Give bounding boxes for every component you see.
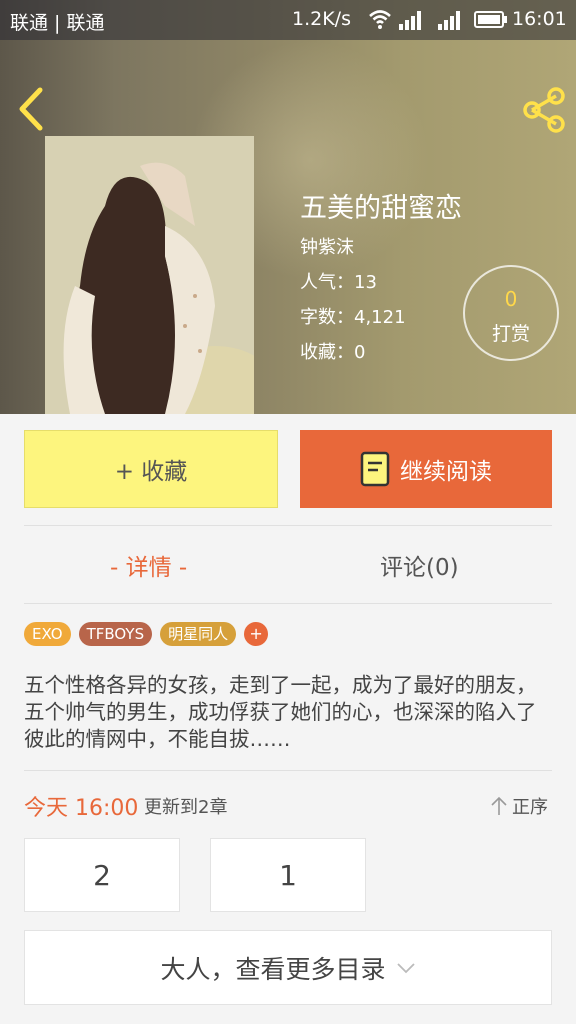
chapter-item[interactable]: 2: [24, 838, 180, 912]
book-header: 联通 | 联通 1.2K/s 16:01 五美的甜蜜恋 钟紫沫 人气：13 字数…: [0, 0, 576, 414]
carrier-label: 联通 | 联通: [10, 12, 105, 34]
signal-icon: [399, 11, 421, 30]
tab-details[interactable]: - 详情 -: [110, 548, 187, 582]
tag-tfboys[interactable]: TFBOYS: [78, 622, 153, 646]
book-cover: [45, 136, 254, 414]
divider: [24, 770, 552, 771]
arrow-up-icon: [491, 796, 507, 815]
divider: [24, 525, 552, 526]
tag-celebrity-fanfic[interactable]: 明星同人: [160, 622, 237, 646]
more-catalog-button[interactable]: 大人，查看更多目录: [24, 930, 552, 1005]
tag-list: EXO TFBOYS 明星同人 +: [24, 622, 269, 646]
book-title: 五美的甜蜜恋: [300, 193, 462, 224]
tip-count: 0: [504, 287, 518, 311]
clock: 16:01: [512, 8, 567, 30]
update-time: 今天 16:00: [24, 796, 139, 821]
tip-button[interactable]: 0 打赏: [463, 265, 559, 361]
book-author[interactable]: 钟紫沫: [300, 233, 354, 259]
book-icon: [360, 451, 390, 487]
battery-icon: [474, 11, 504, 28]
divider: [24, 603, 552, 604]
back-button[interactable]: [12, 86, 52, 132]
signal-icon-secondary: [438, 11, 460, 30]
share-icon: [523, 87, 565, 133]
tip-label: 打赏: [491, 323, 530, 345]
book-word-count: 字数：4,121: [300, 307, 406, 328]
battery-tip: [504, 16, 507, 23]
status-bar: 联通 | 联通 1.2K/s 16:01: [0, 0, 576, 40]
continue-reading-button[interactable]: 继续阅读: [300, 430, 552, 508]
collect-button[interactable]: + 收藏: [24, 430, 278, 508]
share-button[interactable]: [520, 86, 568, 134]
book-description: 五个性格各异的女孩，走到了一起，成为了最好的朋友，五个帅气的男生，成功俘获了她们…: [24, 673, 537, 751]
cover-illustration: [45, 136, 254, 414]
network-speed: 1.2K/s: [292, 8, 351, 30]
book-popularity: 人气：13: [300, 272, 377, 293]
sort-order-label: 正序: [512, 797, 548, 818]
tag-exo[interactable]: EXO: [24, 622, 71, 646]
chevron-down-icon: [396, 962, 415, 973]
wifi-icon: [369, 10, 391, 29]
tab-comments[interactable]: 评论(0): [380, 548, 459, 582]
update-status: 更新到2章: [144, 797, 228, 818]
chapter-item[interactable]: 1: [210, 838, 366, 912]
book-favorites: 收藏：0: [300, 342, 366, 363]
continue-reading-label: 继续阅读: [400, 459, 492, 485]
chevron-left-icon: [19, 87, 43, 131]
add-tag-button[interactable]: +: [244, 622, 269, 646]
more-catalog-label: 大人，查看更多目录: [160, 954, 386, 984]
sort-order-button[interactable]: 正序: [490, 793, 548, 819]
